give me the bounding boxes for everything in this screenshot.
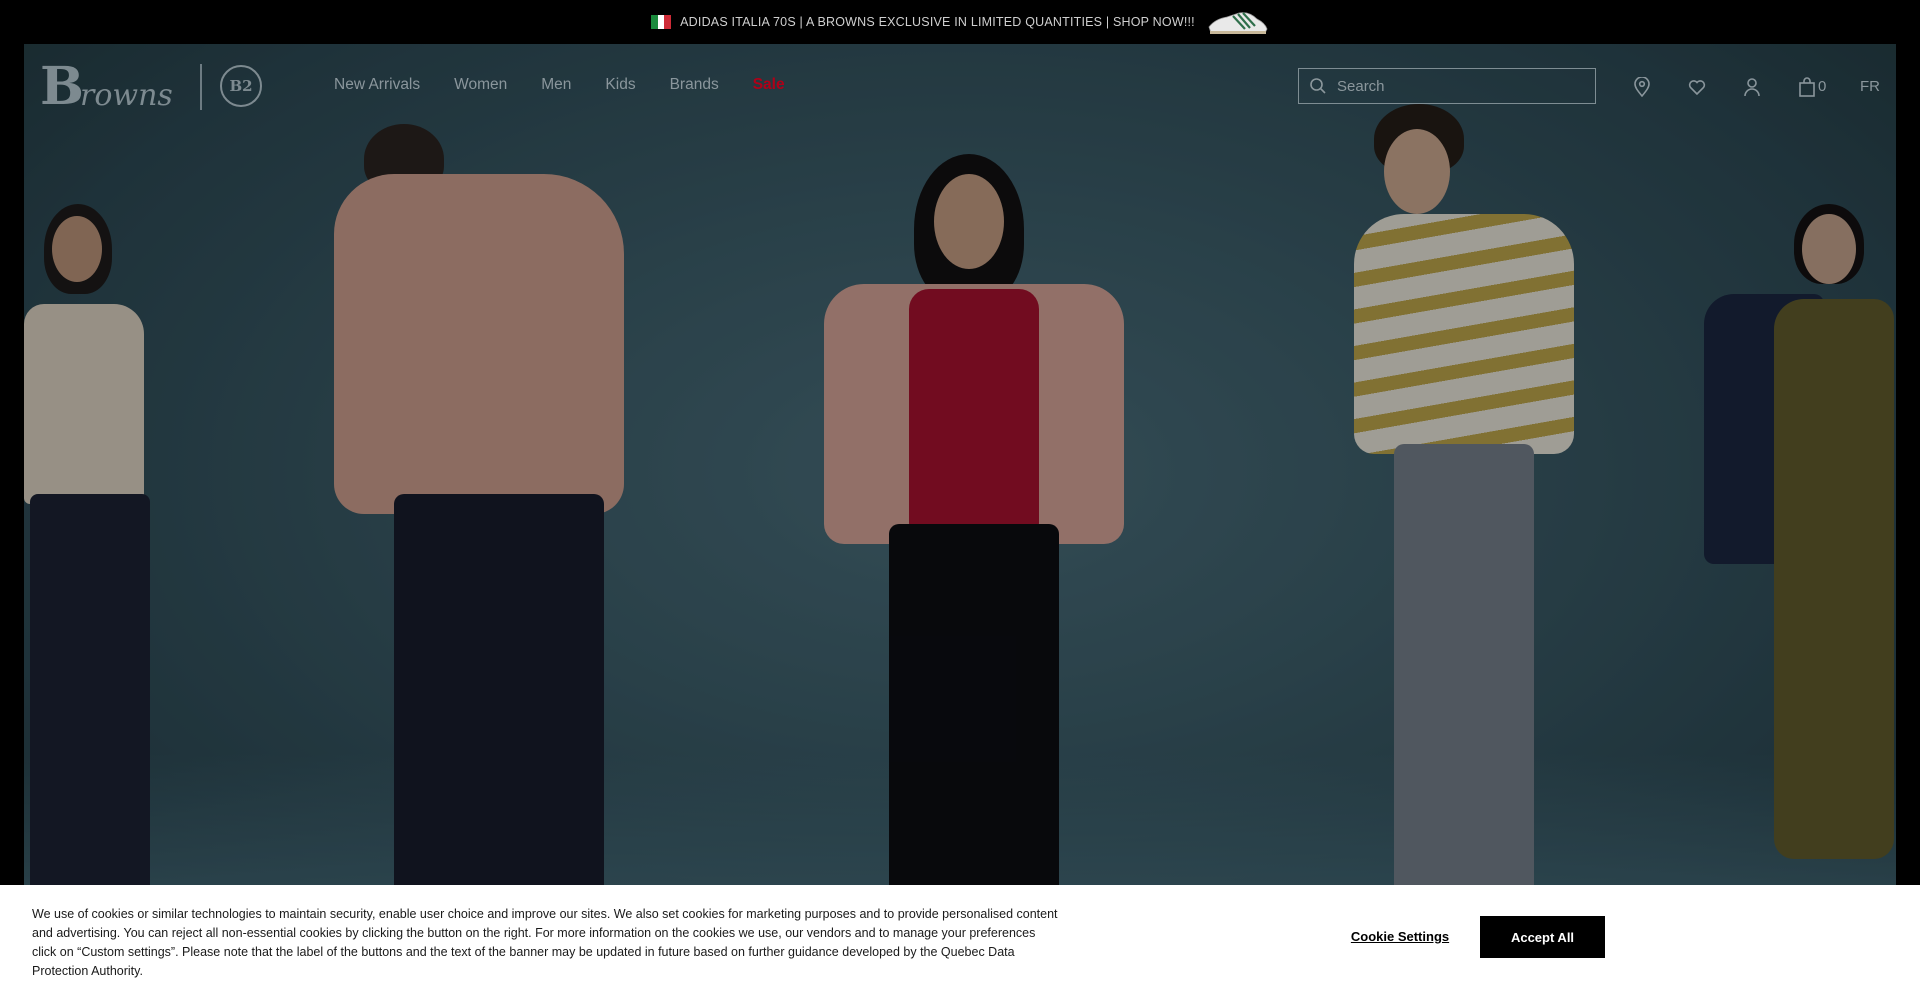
- nav-brands[interactable]: Brands: [670, 76, 719, 94]
- heart-icon[interactable]: [1686, 76, 1708, 98]
- search-box[interactable]: [1298, 68, 1596, 104]
- promo-banner[interactable]: ADIDAS ITALIA 70S | A BROWNS EXCLUSIVE I…: [0, 0, 1920, 44]
- accept-all-button[interactable]: Accept All: [1480, 916, 1605, 958]
- user-icon[interactable]: [1741, 76, 1763, 98]
- site-header: B rowns B2 New Arrivals Women Men Kids B…: [24, 44, 1896, 128]
- b2-logo[interactable]: B2: [220, 65, 262, 107]
- language-switch[interactable]: FR: [1860, 78, 1880, 95]
- search-input[interactable]: [1335, 76, 1579, 96]
- logo-letter: B: [40, 56, 84, 117]
- logo-script: rowns: [80, 78, 173, 113]
- italy-flag-icon: [651, 15, 672, 29]
- shopping-bag-icon[interactable]: [1796, 76, 1818, 98]
- browns-logo[interactable]: B rowns B2: [40, 56, 262, 117]
- sneaker-icon: [1208, 12, 1268, 34]
- logo-divider: [200, 64, 202, 110]
- nav-women[interactable]: Women: [454, 76, 507, 94]
- location-pin-icon[interactable]: [1631, 76, 1653, 98]
- search-icon: [1310, 78, 1326, 94]
- nav-sale[interactable]: Sale: [753, 76, 785, 94]
- nav-new-arrivals[interactable]: New Arrivals: [334, 76, 420, 94]
- hero-image[interactable]: [24, 44, 1896, 993]
- cookie-settings-button[interactable]: Cookie Settings: [1340, 929, 1460, 944]
- cookie-banner: We use of cookies or similar technologie…: [0, 885, 1920, 993]
- nav-men[interactable]: Men: [541, 76, 571, 94]
- cart-count[interactable]: 0: [1818, 78, 1826, 95]
- main-nav: New Arrivals Women Men Kids Brands Sale: [334, 76, 819, 94]
- cookie-message: We use of cookies or similar technologie…: [32, 907, 1058, 978]
- promo-text: ADIDAS ITALIA 70S | A BROWNS EXCLUSIVE I…: [680, 15, 1195, 29]
- nav-kids[interactable]: Kids: [605, 76, 635, 94]
